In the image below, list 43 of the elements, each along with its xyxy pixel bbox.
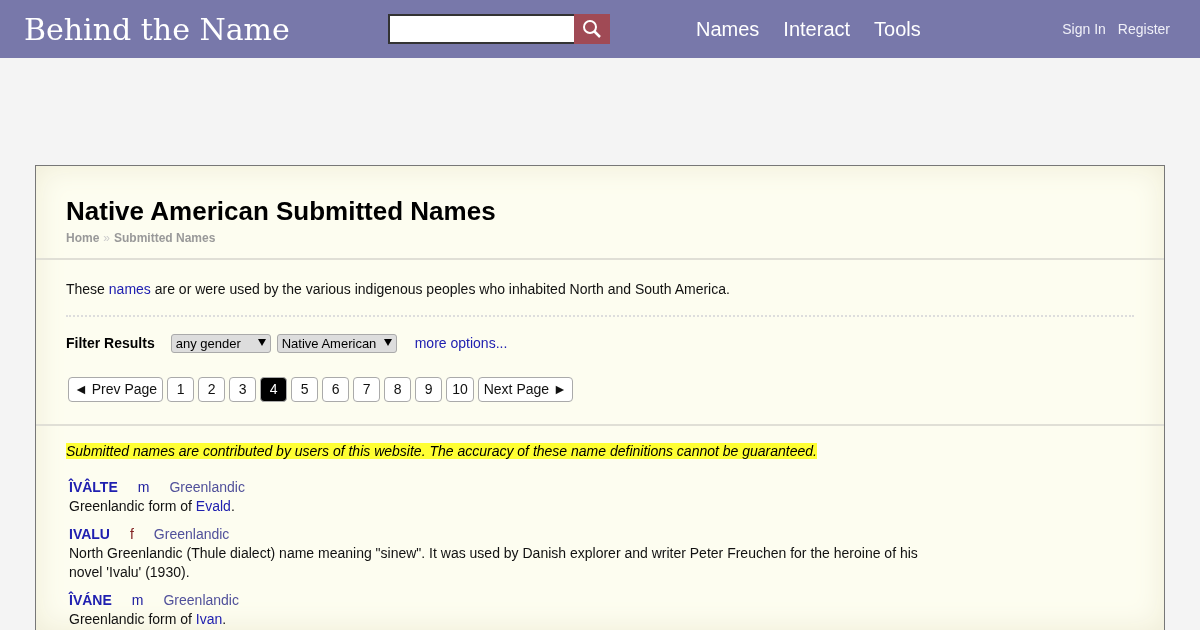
page-button[interactable]: 4 xyxy=(260,376,288,402)
page-button[interactable]: 8 xyxy=(384,376,412,402)
usage-link[interactable]: Greenlandic xyxy=(169,478,245,495)
gender-label: m xyxy=(137,478,150,495)
intro-text: These names are or were used by the various indigenous peoples who inhabited North and South America. xyxy=(66,280,731,299)
usage-link[interactable]: Greenlandic xyxy=(153,525,230,542)
page-button[interactable]: 5 xyxy=(291,376,319,402)
nav-link[interactable]: Interact xyxy=(783,17,851,41)
page-button[interactable]: 7 xyxy=(353,376,381,402)
more-options-link[interactable]: more options... xyxy=(414,335,508,352)
disclaimer-notice: Submitted names are contributed by users of this website. The accuracy of these name definitions cannot be guaranteed. xyxy=(66,442,817,459)
nav-link[interactable]: Tools xyxy=(874,17,921,41)
site-logo[interactable]: Behind the Name xyxy=(24,11,364,47)
name-definition: Greenlandic form of Evald. xyxy=(69,496,236,516)
gender-label: m xyxy=(131,591,144,608)
name-link[interactable]: IVALU xyxy=(69,525,110,542)
usage-link[interactable]: Greenlandic xyxy=(163,591,239,608)
page-button[interactable]: 2 xyxy=(198,376,226,402)
search-icon xyxy=(582,19,602,39)
name-link[interactable]: ÎVÁNE xyxy=(69,591,112,608)
page-button[interactable]: 6 xyxy=(322,376,350,402)
next-page-button[interactable]: Next Page ► xyxy=(477,376,573,402)
name-link[interactable]: Evald xyxy=(195,497,231,514)
name-definition: Greenlandic form of Ivan. xyxy=(69,609,228,629)
filter-label: Filter Results xyxy=(66,335,155,352)
account-link[interactable]: Sign In xyxy=(1062,21,1106,37)
breadcrumb-separator: » xyxy=(103,231,111,245)
filter-select[interactable]: any gender xyxy=(170,333,271,353)
nav-link[interactable]: Names xyxy=(696,17,760,41)
account-link[interactable]: Register xyxy=(1117,21,1170,37)
search-field[interactable] xyxy=(388,14,610,44)
search-button[interactable] xyxy=(574,14,610,44)
gender-label: f xyxy=(129,525,134,542)
page-button[interactable]: 1 xyxy=(167,376,195,402)
page-button[interactable]: 9 xyxy=(415,376,443,402)
page-title: Native American Submitted Names xyxy=(66,196,497,227)
page-button[interactable]: 10 xyxy=(446,376,474,402)
name-definition: North Greenlandic (Thule dialect) name meaning "sinew". It was used by Danish explorer and writer Peter Freuchen for the heroine of his novel 'Ivalu' (1930). xyxy=(69,543,919,582)
names-link[interactable]: names xyxy=(108,281,151,297)
prev-page-button[interactable]: ◄ Prev Page xyxy=(68,376,164,402)
name-link[interactable]: ÎVÂLTE xyxy=(69,478,118,495)
filter-select[interactable]: Native American xyxy=(276,333,397,353)
page-button[interactable]: 3 xyxy=(229,376,257,402)
